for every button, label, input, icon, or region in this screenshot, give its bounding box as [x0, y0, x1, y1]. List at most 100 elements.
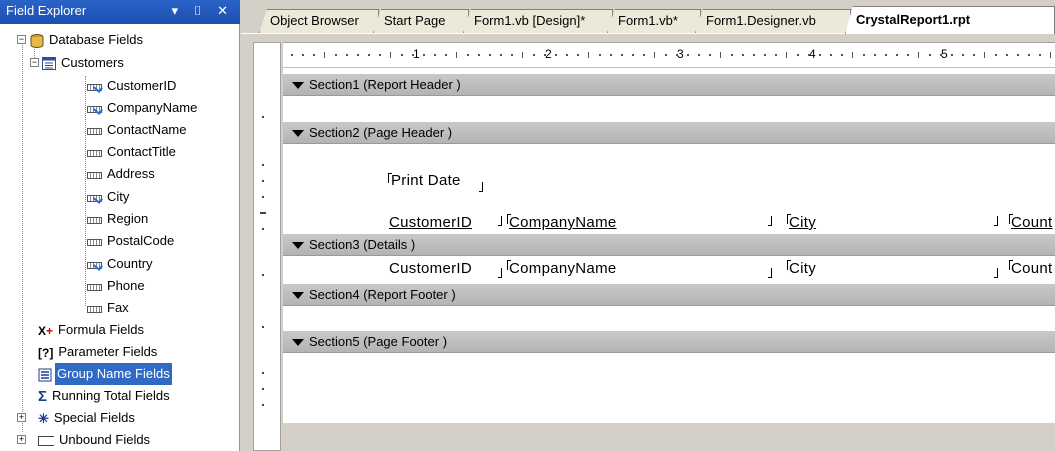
- tree-item-postalcode[interactable]: PostalCode: [86, 230, 176, 252]
- collapse-database-fields[interactable]: −: [17, 35, 26, 44]
- ruler-tick: [940, 54, 942, 56]
- section-report-footer[interactable]: Section4 (Report Footer ): [283, 284, 1055, 306]
- ruler-tick: [753, 54, 755, 56]
- ruler-tick: [467, 54, 469, 56]
- field-icon: [86, 283, 103, 291]
- group-name-icon: [38, 368, 52, 382]
- ruler-tick: [401, 54, 403, 56]
- unbound-icon: [38, 435, 54, 446]
- ruler-tick: [621, 54, 623, 56]
- collapse-triangle-icon: [292, 82, 304, 89]
- collapse-triangle-icon: [292, 339, 304, 346]
- ruler-tick: [874, 54, 876, 56]
- tree-item-running-total-fields[interactable]: Σ Running Total Fields: [38, 385, 172, 407]
- ruler-tick: [907, 54, 909, 56]
- tree-item-contactname[interactable]: ContactName: [86, 119, 188, 141]
- section-details[interactable]: Section3 (Details ): [283, 234, 1055, 256]
- expand-special-fields[interactable]: +: [17, 413, 26, 422]
- ruler-tick: [577, 54, 579, 56]
- ruler-tick: [797, 54, 799, 56]
- ruler-tick: [995, 54, 997, 56]
- section-page-header[interactable]: Section2 (Page Header ): [283, 122, 1055, 144]
- expand-unbound-fields[interactable]: +: [17, 435, 26, 444]
- header-customerid[interactable]: CustomerID: [389, 214, 472, 231]
- ruler-tick: [489, 54, 491, 56]
- tree-item-city[interactable]: City: [86, 186, 131, 208]
- header-count[interactable]: Count: [1011, 214, 1053, 231]
- parameter-icon: [?]: [38, 345, 54, 360]
- ruler-tick: [687, 54, 689, 56]
- ruler-tick: [1028, 54, 1030, 56]
- ruler-tick: [313, 54, 315, 56]
- print-date-field[interactable]: Print Date: [391, 172, 461, 189]
- ruler-tick: [632, 54, 634, 56]
- ruler-tick: [335, 54, 337, 56]
- ruler-tick: [885, 54, 887, 56]
- tree-item-address[interactable]: Address: [86, 163, 157, 185]
- collapse-customers[interactable]: −: [30, 58, 39, 67]
- field-used-icon: [86, 194, 103, 202]
- tree-item-customerid[interactable]: CustomerID: [86, 75, 178, 97]
- tree-item-group-name-fields[interactable]: Group Name Fields: [38, 363, 172, 385]
- ruler-tick: [511, 54, 513, 56]
- section-page-footer[interactable]: Section5 (Page Footer ): [283, 331, 1055, 353]
- collapse-triangle-icon: [292, 130, 304, 137]
- detail-customerid[interactable]: CustomerID: [389, 260, 472, 277]
- ruler-tick: [291, 54, 293, 56]
- field-icon: [86, 149, 103, 157]
- section-report-header[interactable]: Section1 (Report Header ): [283, 74, 1055, 96]
- ruler-tick: [1006, 54, 1008, 56]
- tree-item-region[interactable]: Region: [86, 208, 150, 230]
- ruler-number: 3: [677, 47, 684, 61]
- document-tab-bar: Object Browser Start Page Form1.vb [Desi…: [241, 0, 1055, 34]
- ruler-tick: [456, 52, 457, 58]
- tab-start-page[interactable]: Start Page: [373, 9, 469, 33]
- header-companyname[interactable]: CompanyName: [509, 214, 617, 231]
- field-icon: [86, 238, 103, 246]
- tab-form1-designer[interactable]: Form1.Designer.vb: [695, 9, 851, 33]
- field-explorer-title: Field Explorer: [6, 3, 87, 18]
- ruler-number: 1: [413, 47, 420, 61]
- ruler-tick: [830, 54, 832, 56]
- ruler-number: 5: [941, 47, 948, 61]
- tree-item-special-fields[interactable]: ✳ Special Fields: [38, 407, 137, 429]
- ruler-tick: [742, 54, 744, 56]
- ruler-tick: [368, 54, 370, 56]
- ruler-tick: [445, 54, 447, 56]
- ruler-tick: [929, 54, 931, 56]
- detail-count[interactable]: Count: [1011, 260, 1053, 277]
- tab-form1-vb[interactable]: Form1.vb*: [607, 9, 701, 33]
- ruler-tick: [555, 54, 557, 56]
- ruler-tick: [412, 54, 414, 56]
- tree-item-phone[interactable]: Phone: [86, 275, 147, 297]
- tab-form1-design[interactable]: Form1.vb [Design]*: [463, 9, 613, 33]
- tree-item-country[interactable]: Country: [86, 253, 155, 275]
- ruler-tick: [610, 54, 612, 56]
- ruler-tick: [544, 54, 546, 56]
- ruler-tick: [973, 54, 975, 56]
- tree-item-contacttitle[interactable]: ContactTitle: [86, 141, 178, 163]
- field-explorer-titlebar[interactable]: Field Explorer ▾ ⌷ ✕: [0, 0, 240, 24]
- detail-city[interactable]: City: [789, 260, 816, 277]
- tab-crystalreport1[interactable]: CrystalReport1.rpt: [845, 6, 1055, 34]
- ruler-tick: [302, 54, 304, 56]
- tree-item-unbound-fields[interactable]: Unbound Fields: [38, 429, 152, 451]
- detail-companyname[interactable]: CompanyName: [509, 260, 617, 277]
- tree-item-parameter-fields[interactable]: [?] Parameter Fields: [38, 341, 159, 363]
- tab-object-browser[interactable]: Object Browser: [259, 9, 379, 33]
- horizontal-ruler: 1 2 3 4 5: [283, 44, 1055, 68]
- ruler-tick: [533, 54, 535, 56]
- tree-item-formula-fields[interactable]: X+ Formula Fields: [38, 319, 146, 341]
- tree-item-database-fields[interactable]: Database Fields: [30, 29, 145, 51]
- tree-item-companyname[interactable]: CompanyName: [86, 97, 199, 119]
- titlebar-buttons[interactable]: ▾ ⌷ ✕: [172, 3, 234, 19]
- header-city[interactable]: City: [789, 214, 816, 231]
- ruler-number: 2: [545, 47, 552, 61]
- ruler-tick: [896, 54, 898, 56]
- database-icon: [30, 33, 44, 48]
- tree-item-fax[interactable]: Fax: [86, 297, 131, 319]
- tree-item-customers[interactable]: Customers: [42, 52, 126, 74]
- ruler-tick: [1050, 52, 1051, 58]
- field-used-icon: [86, 105, 103, 113]
- ruler-number: 4: [809, 47, 816, 61]
